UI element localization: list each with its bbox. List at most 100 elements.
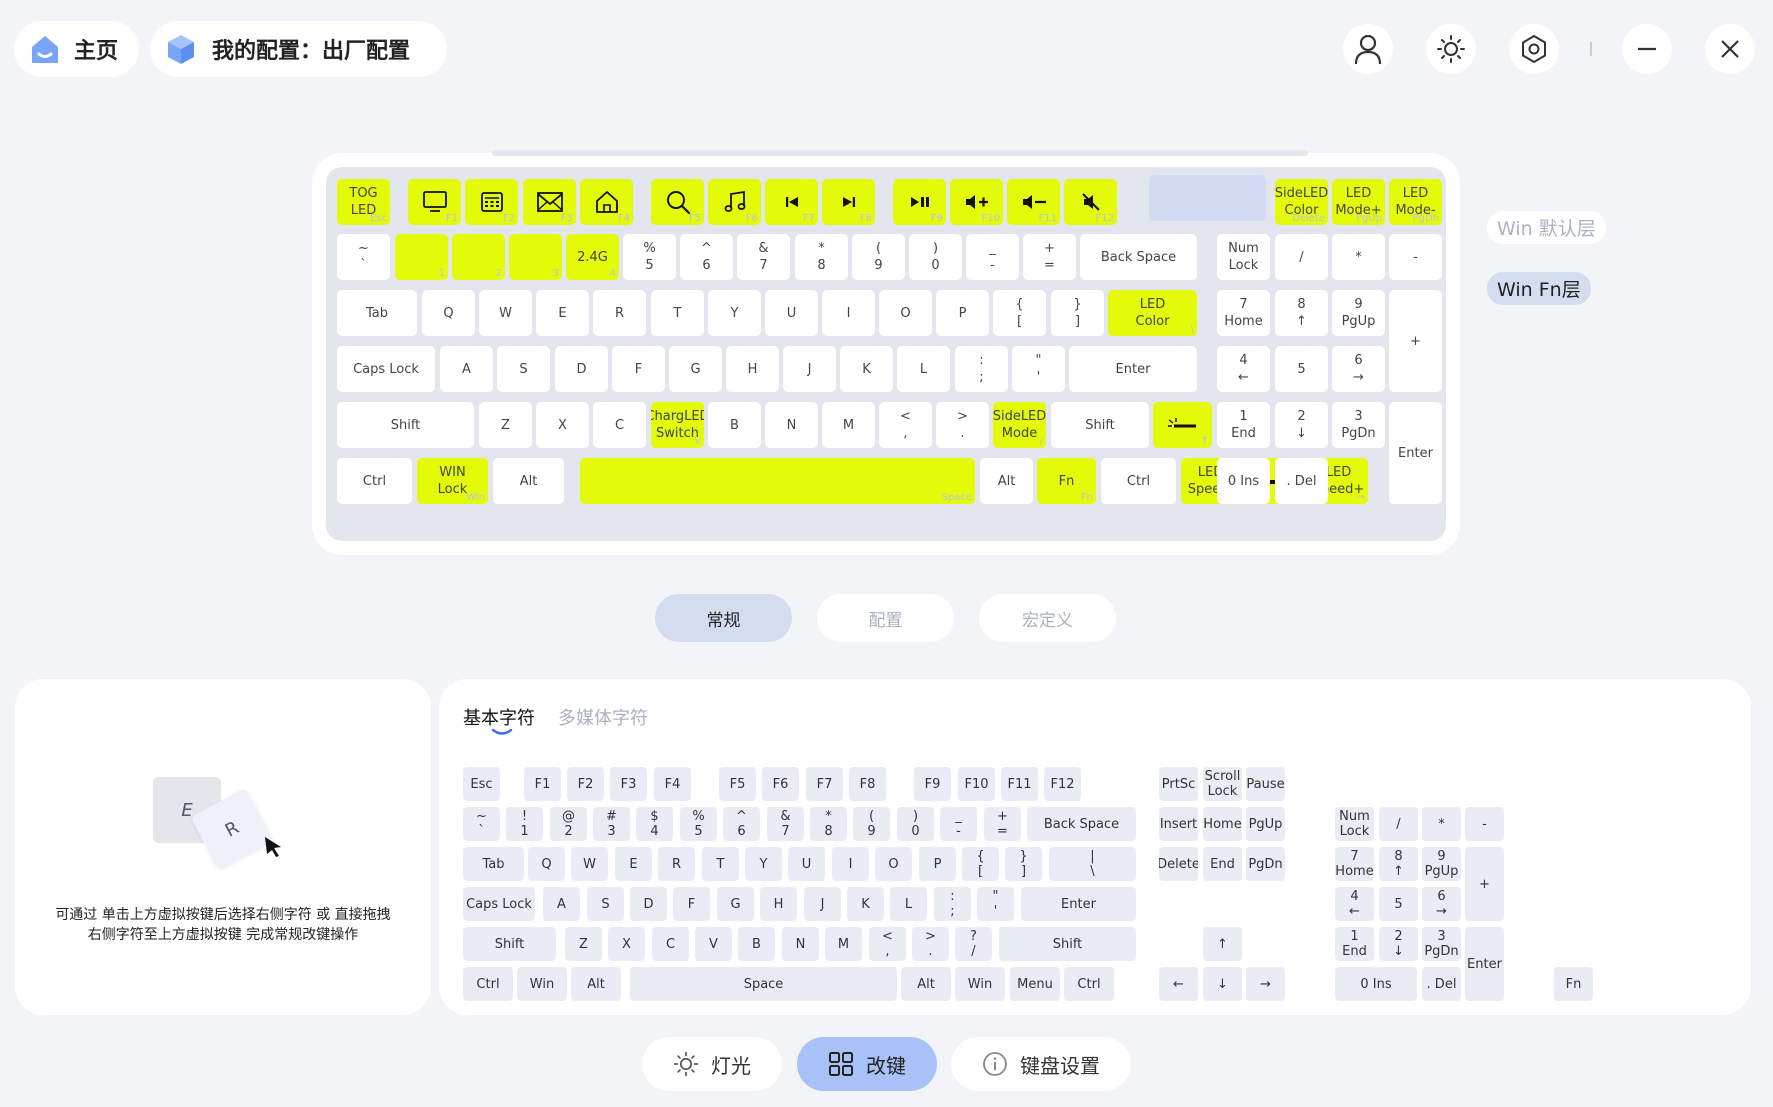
charset-key-z[interactable]: Z — [565, 927, 602, 961]
nav-remap[interactable]: 改键 — [797, 1037, 937, 1091]
charset-key-alt[interactable]: Alt — [901, 967, 951, 1001]
charset-key-shift[interactable]: Shift — [463, 927, 556, 961]
vk-key-shift[interactable]: Shift — [1051, 402, 1149, 448]
charset-key-win[interactable]: Win — [517, 967, 567, 1001]
vk-key-u[interactable]: U — [765, 290, 818, 336]
vk-key-caps-lock[interactable]: Caps Lock — [337, 346, 435, 392]
nav-lighting[interactable]: 灯光 — [642, 1037, 782, 1091]
charset-key-6[interactable]: ^ 6 — [723, 807, 760, 841]
charset-key-sym[interactable]: > . — [912, 927, 949, 961]
vk-key-ctrl[interactable]: Ctrl — [337, 458, 412, 504]
vk-key-h[interactable]: H — [726, 346, 779, 392]
vk-key-sym[interactable]: < , — [879, 402, 932, 448]
vk-key-sym[interactable]: / — [1275, 234, 1328, 280]
vk-key-2[interactable]: 2 ↓ — [1275, 402, 1328, 448]
vk-key-space[interactable]: Space — [580, 458, 975, 504]
tab-general[interactable]: 常规 — [655, 594, 792, 642]
charset-key-ctrl[interactable]: Ctrl — [1064, 967, 1114, 1001]
vk-key-led-mode[interactable]: LED Mode+ PgUp — [1332, 179, 1385, 225]
close-button[interactable] — [1705, 24, 1755, 74]
vk-key-enter[interactable]: Enter — [1069, 346, 1197, 392]
vk-key-l[interactable]: L — [897, 346, 950, 392]
charset-key-sym[interactable]: + = — [984, 807, 1021, 841]
charset-key-j[interactable]: J — [804, 887, 841, 921]
vk-key-2[interactable]: 2 — [452, 234, 505, 280]
charset-key-f1[interactable]: F1 — [524, 767, 561, 801]
vk-key-2-4g[interactable]: 2.4G 4 — [566, 234, 619, 280]
vk-key-sideled-mode[interactable]: SideLED Mode / — [993, 402, 1046, 448]
vk-key-b[interactable]: B — [708, 402, 761, 448]
charset-key-e[interactable]: E — [615, 847, 652, 881]
charset-key-7[interactable]: & 7 — [767, 807, 804, 841]
vk-key-del[interactable]: . Del — [1275, 458, 1328, 504]
charset-key-g[interactable]: G — [717, 887, 754, 921]
vk-key-back-space[interactable]: Back Space — [1080, 234, 1197, 280]
vk-key-sym[interactable]: * — [1332, 234, 1385, 280]
charset-key-u[interactable]: U — [788, 847, 825, 881]
charset-key-c[interactable]: C — [652, 927, 689, 961]
vk-key-1-end[interactable]: 1 End — [1217, 402, 1270, 448]
vk-key-0-ins[interactable]: 0 Ins — [1217, 458, 1270, 504]
charset-key-back-space[interactable]: Back Space — [1027, 807, 1136, 841]
charset-key-sym[interactable]: * — [1422, 807, 1461, 841]
charset-key-sym[interactable]: → — [1246, 967, 1285, 1001]
vk-key-6[interactable]: 6 → — [1332, 346, 1385, 392]
vk-key-8[interactable]: 8 ↑ — [1275, 290, 1328, 336]
charset-key-del[interactable]: . Del — [1422, 967, 1461, 1001]
vk-key-4[interactable]: 4 ← — [1217, 346, 1270, 392]
charset-key-sym[interactable]: - — [1465, 807, 1504, 841]
charset-key-r[interactable]: R — [658, 847, 695, 881]
vk-key-sym[interactable]: ~ ` — [337, 234, 390, 280]
charset-key-y[interactable]: Y — [745, 847, 782, 881]
charset-key-b[interactable]: B — [738, 927, 775, 961]
vk-key-f[interactable]: F — [612, 346, 665, 392]
vk-key-6[interactable]: ^ 6 — [680, 234, 733, 280]
vk-key-3[interactable]: 3 — [509, 234, 562, 280]
vk-key-c[interactable]: C — [593, 402, 646, 448]
vk-key-r[interactable]: R — [593, 290, 646, 336]
vk-key-w[interactable]: W — [479, 290, 532, 336]
charset-key-sym[interactable]: ↓ — [1203, 967, 1242, 1001]
charset-key-sym[interactable]: " ' — [977, 887, 1014, 921]
charset-key-f8[interactable]: F8 — [849, 767, 886, 801]
charset-key-sym[interactable]: } ] — [1005, 847, 1042, 881]
vk-key-next-track[interactable]: F8 — [822, 179, 875, 225]
vk-key-win-lock[interactable]: WIN Lock Win — [417, 458, 488, 504]
charset-key-sym[interactable]: ↑ — [1203, 927, 1242, 961]
charset-key-scroll-lock[interactable]: Scroll Lock — [1203, 767, 1242, 801]
charset-key-5[interactable]: 5 — [1379, 887, 1418, 921]
charset-key-space[interactable]: Space — [630, 967, 897, 1001]
vk-key-j[interactable]: J — [783, 346, 836, 392]
config-button[interactable]: 我的配置：出厂配置 — [150, 21, 447, 77]
charset-key-3-pgdn[interactable]: 3 PgDn — [1422, 927, 1461, 961]
charset-key-m[interactable]: M — [825, 927, 862, 961]
charset-key-sym[interactable]: ~ ` — [463, 807, 500, 841]
charset-key-q[interactable]: Q — [528, 847, 565, 881]
charset-key-pgup[interactable]: PgUp — [1246, 807, 1285, 841]
charset-key-2[interactable]: @ 2 — [550, 807, 587, 841]
charset-key-sym[interactable]: _ - — [940, 807, 977, 841]
charset-key-s[interactable]: S — [587, 887, 624, 921]
vk-key-z[interactable]: Z — [479, 402, 532, 448]
charset-key-0[interactable]: ) 0 — [897, 807, 934, 841]
charset-key-f[interactable]: F — [673, 887, 710, 921]
vk-key-tab[interactable]: Tab — [337, 290, 417, 336]
charset-key-8[interactable]: * 8 — [810, 807, 847, 841]
vk-key-sym[interactable]: " ' — [1012, 346, 1065, 392]
charset-key-h[interactable]: H — [760, 887, 797, 921]
vk-key-volume-up[interactable]: F10 — [950, 179, 1003, 225]
vk-key-a[interactable]: A — [440, 346, 493, 392]
vk-key-sym[interactable]: + = — [1023, 234, 1076, 280]
charset-key-d[interactable]: D — [630, 887, 667, 921]
vk-key-search[interactable]: F5 — [651, 179, 704, 225]
vk-key-k[interactable]: K — [840, 346, 893, 392]
charset-key-f11[interactable]: F11 — [1001, 767, 1038, 801]
vk-key-sym[interactable]: : ; — [955, 346, 1008, 392]
charset-key-sym[interactable]: / — [1379, 807, 1418, 841]
vk-key-chargled-switch[interactable]: ChargLED SwitchV — [651, 402, 704, 448]
vk-key-enter[interactable]: Enter — [1389, 402, 1442, 504]
vk-key-fn[interactable]: Fn Fn — [1037, 458, 1096, 504]
vk-key-5[interactable]: 5 — [1275, 346, 1328, 392]
charset-key-w[interactable]: W — [571, 847, 608, 881]
charset-key-t[interactable]: T — [702, 847, 739, 881]
